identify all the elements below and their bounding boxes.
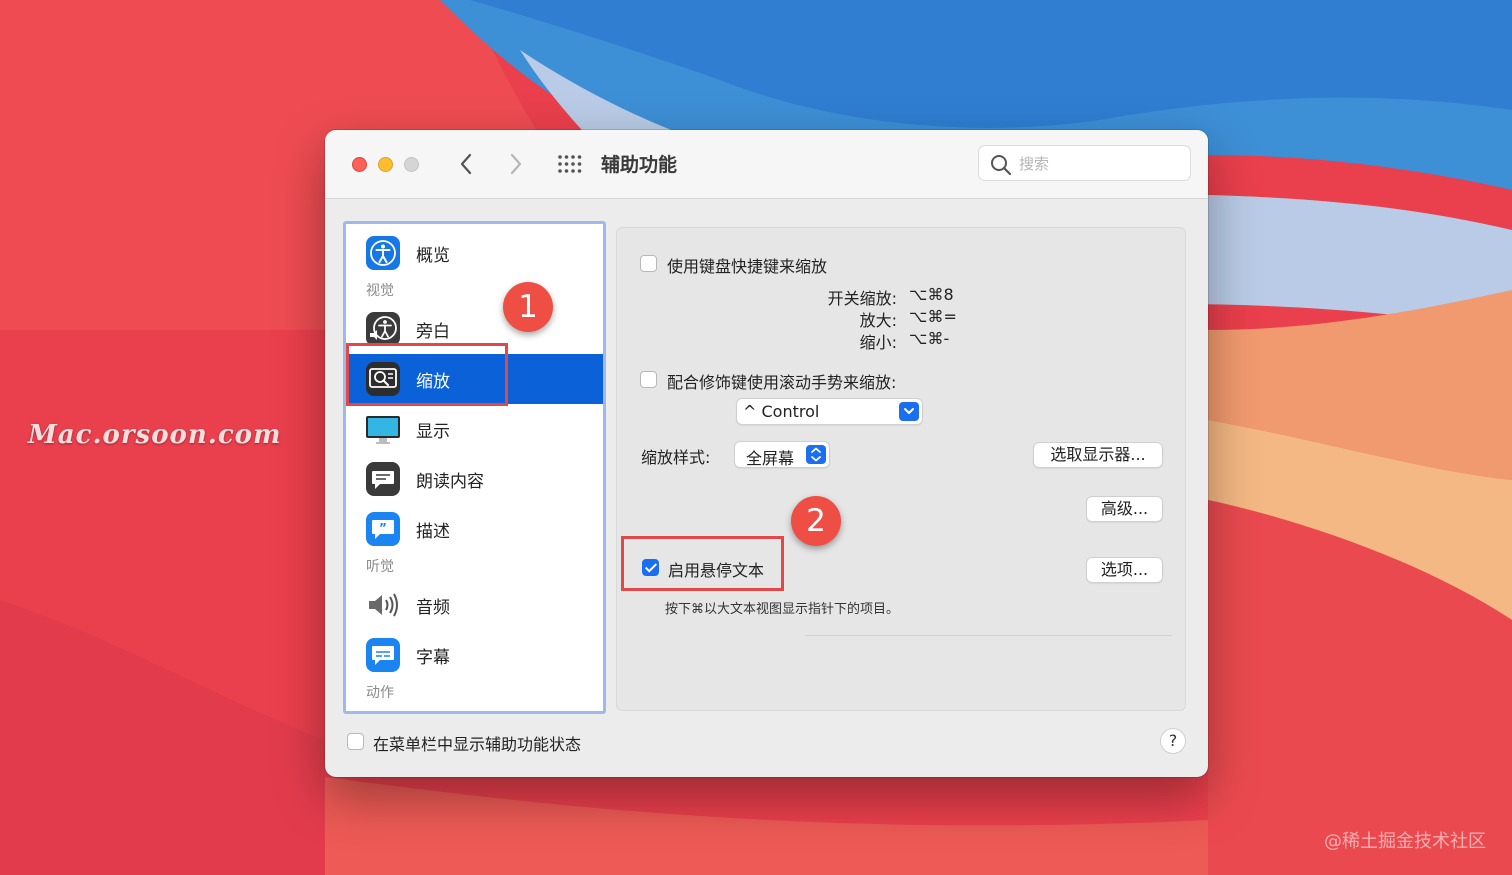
svg-text:”: ” bbox=[379, 521, 387, 535]
window-title: 辅助功能 bbox=[601, 154, 678, 176]
section-header-hearing: 听觉 bbox=[366, 559, 394, 575]
sidebar-item-label: 字幕 bbox=[416, 648, 450, 668]
scroll-gesture-label: 配合修饰键使用滚动手势来缩放: bbox=[667, 373, 897, 392]
back-button[interactable] bbox=[455, 150, 479, 178]
sidebar-item-descriptions[interactable]: ” 描述 bbox=[346, 504, 603, 554]
annotation-badge-2: 2 bbox=[791, 496, 841, 546]
category-sidebar[interactable]: 概览 视觉 旁白 缩放 显示 朗读内容 ” 描述 听觉 音频 字幕 动作 bbox=[343, 221, 606, 714]
sidebar-item-label: 描述 bbox=[416, 522, 450, 542]
choose-display-button[interactable]: 选取显示器... bbox=[1033, 442, 1163, 468]
show-all-button[interactable] bbox=[557, 154, 583, 174]
chevron-down-icon bbox=[899, 402, 919, 421]
sidebar-item-audio[interactable]: 音频 bbox=[346, 580, 603, 630]
modifier-key-popup[interactable]: ^ Control bbox=[736, 398, 923, 425]
chevron-right-icon bbox=[510, 153, 522, 175]
section-header-motor: 动作 bbox=[366, 685, 394, 701]
divider bbox=[805, 635, 1172, 636]
shortcut-zoom-out-keys: ⌥⌘- bbox=[909, 329, 950, 348]
annotation-badge-1: 1 bbox=[503, 282, 553, 332]
keyboard-shortcuts-label: 使用键盘快捷键来缩放 bbox=[667, 257, 828, 276]
sidebar-item-label: 旁白 bbox=[416, 322, 450, 342]
annotation-box-hover-text bbox=[621, 536, 784, 591]
accessibility-preferences-window: 辅助功能 概览 视觉 bbox=[325, 130, 1208, 777]
close-button[interactable] bbox=[352, 157, 367, 172]
zoom-style-value: 全屏幕 bbox=[746, 449, 795, 468]
accessibility-icon bbox=[366, 236, 400, 270]
speech-icon bbox=[366, 462, 400, 496]
sidebar-item-spoken-content[interactable]: 朗读内容 bbox=[346, 454, 603, 504]
help-button[interactable]: ? bbox=[1160, 728, 1186, 754]
menubar-status-label: 在菜单栏中显示辅助功能状态 bbox=[373, 735, 582, 754]
search-field[interactable] bbox=[978, 145, 1191, 181]
zoom-settings-panel: 使用键盘快捷键来缩放 开关缩放: ⌥⌘8 放大: ⌥⌘= 缩小: ⌥⌘- 配合修… bbox=[616, 227, 1186, 711]
chevron-left-icon bbox=[460, 153, 472, 175]
menubar-status-checkbox[interactable] bbox=[347, 733, 364, 750]
modifier-key-value: ^ Control bbox=[743, 402, 820, 421]
watermark-site: Mac.orsoon.com bbox=[28, 420, 282, 450]
speaker-icon bbox=[369, 593, 398, 617]
sidebar-item-label: 朗读内容 bbox=[416, 472, 484, 492]
options-button[interactable]: 选项... bbox=[1086, 557, 1163, 583]
shortcut-zoom-in-keys: ⌥⌘= bbox=[909, 307, 957, 326]
shortcut-toggle-keys: ⌥⌘8 bbox=[909, 285, 954, 304]
minimize-button[interactable] bbox=[378, 157, 393, 172]
voiceover-icon bbox=[366, 312, 400, 346]
search-input[interactable] bbox=[1017, 152, 1186, 176]
zoom-style-popup[interactable]: 全屏幕 bbox=[734, 441, 830, 468]
sidebar-item-label: 概览 bbox=[416, 246, 450, 266]
sidebar-item-captions[interactable]: 字幕 bbox=[346, 630, 603, 680]
titlebar: 辅助功能 bbox=[325, 130, 1208, 199]
shortcut-toggle-label: 开关缩放: bbox=[827, 289, 897, 308]
search-icon bbox=[991, 155, 1012, 176]
zoom-window-button[interactable] bbox=[404, 157, 419, 172]
display-icon bbox=[366, 416, 400, 444]
forward-button[interactable] bbox=[503, 150, 527, 178]
descriptions-icon: ” bbox=[366, 512, 400, 546]
hover-text-hint: 按下⌘以大文本视图显示指针下的项目。 bbox=[665, 602, 900, 617]
sidebar-item-overview[interactable]: 概览 bbox=[346, 228, 603, 278]
annotation-box-zoom bbox=[346, 343, 508, 406]
shortcut-zoom-out-label: 缩小: bbox=[859, 333, 897, 352]
shortcut-zoom-in-label: 放大: bbox=[859, 311, 897, 330]
updown-chevron-icon bbox=[806, 445, 826, 464]
scroll-gesture-checkbox[interactable] bbox=[640, 371, 657, 388]
watermark-community: @稀土掘金技术社区 bbox=[1324, 831, 1486, 852]
sidebar-item-label: 显示 bbox=[416, 422, 450, 442]
section-header-vision: 视觉 bbox=[366, 283, 394, 299]
zoom-style-label: 缩放样式: bbox=[641, 448, 711, 467]
keyboard-shortcuts-checkbox[interactable] bbox=[640, 255, 657, 272]
sidebar-item-label: 音频 bbox=[416, 598, 450, 618]
grid-icon bbox=[558, 155, 582, 173]
sidebar-item-display[interactable]: 显示 bbox=[346, 404, 603, 454]
captions-icon bbox=[366, 638, 400, 672]
advanced-button[interactable]: 高级... bbox=[1086, 496, 1163, 522]
